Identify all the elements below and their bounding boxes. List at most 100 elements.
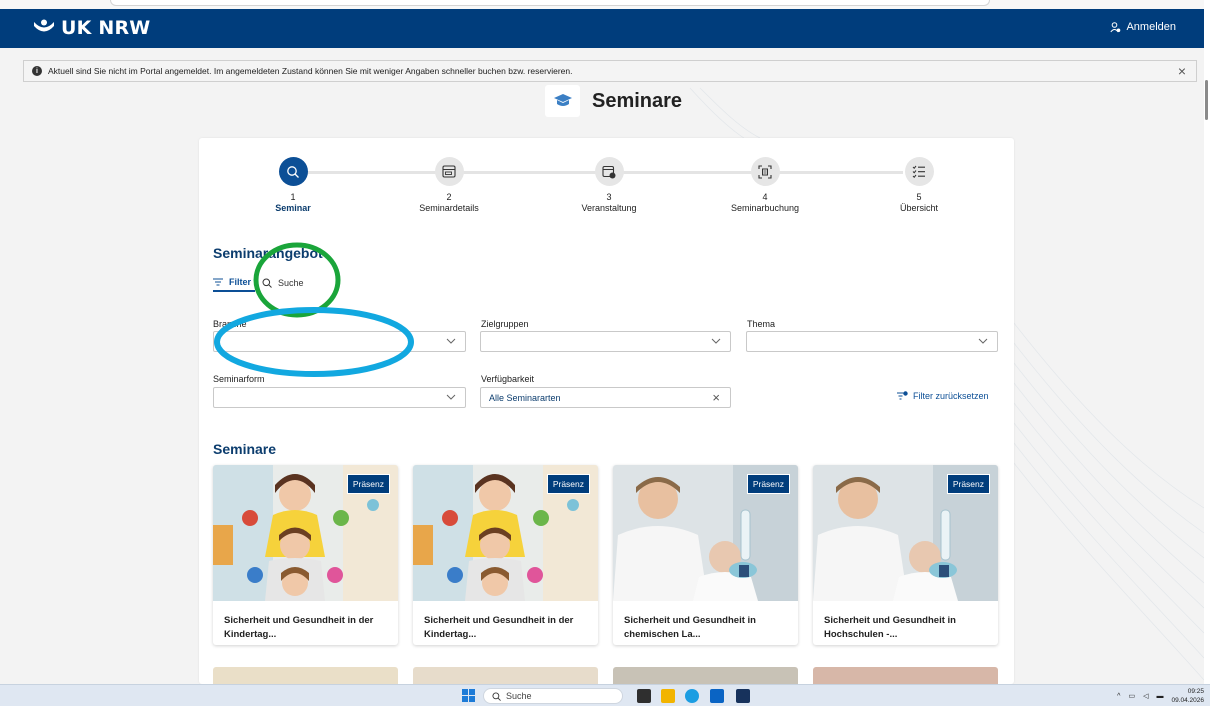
step-label: Seminardetails [419,203,479,213]
seminar-tile[interactable]: Präsenz Sicherheit und Gesundheit in der… [413,465,598,645]
filter-icon [213,278,223,285]
step-number: 3 [606,192,612,202]
tab-filter[interactable]: Filter [213,276,256,292]
step-number: 1 [290,192,296,202]
step-number: 2 [446,192,452,202]
reset-filters-link[interactable]: Filter zurücksetzen [897,391,989,401]
verfuegbarkeit-value: Alle Seminararten [489,392,561,403]
offer-tabs: Filter Suche [213,277,304,292]
chevron-down-icon [978,338,988,344]
task-view-icon[interactable] [637,689,651,703]
tab-search-label: Suche [278,277,304,288]
format-badge: Präsenz [946,474,990,494]
step-uebersicht[interactable]: 5 Übersicht [859,157,979,213]
seminar-title: Sicherheit und Gesundheit in der Kindert… [224,615,374,640]
seminar-tile-partial[interactable] [413,667,598,684]
volume-icon[interactable]: ◁ [1143,692,1148,700]
page-scrollbar[interactable] [1204,0,1210,684]
chevron-down-icon [446,394,456,400]
branche-label: Branche [213,319,247,329]
verfuegbarkeit-label: Verfügbarkeit [481,374,535,384]
clock-date: 09.04.2026 [1171,697,1204,704]
graduation-cap-icon [545,85,580,117]
seminar-title: Sicherheit und Gesundheit in chemischen … [624,615,756,640]
seminars-heading: Seminare [213,441,277,457]
thema-label: Thema [747,319,776,329]
filter-reset-icon [897,391,908,400]
battery-icon[interactable]: ▬ [1156,693,1163,700]
login-label: Anmelden [1126,21,1176,33]
seminarform-label: Seminarform [213,374,265,384]
seminar-tile[interactable]: Präsenz Sicherheit und Gesundheit in Hoc… [813,465,998,645]
user-icon [1110,21,1121,32]
booking-icon [750,157,780,186]
system-tray: ^ ▭ ◁ ▬ 09:25 09.04.2026 [1117,687,1204,705]
verfuegbarkeit-select[interactable]: Alle Seminararten × [480,387,731,408]
taskbar-search[interactable]: Suche [483,688,623,704]
seminar-tile-partial[interactable] [813,667,998,684]
windows-start-icon[interactable] [462,689,475,702]
step-label: Seminar [275,203,311,213]
seminar-title: Sicherheit und Gesundheit in der Kindert… [424,615,574,640]
thema-select[interactable] [746,331,998,352]
seminar-tile[interactable]: Präsenz Sicherheit und Gesundheit in der… [213,465,398,645]
file-explorer-icon[interactable] [661,689,675,703]
seminar-title: Sicherheit und Gesundheit in Hochschulen… [824,615,956,640]
outlook-icon[interactable] [710,689,724,703]
calendar-icon [594,157,624,186]
seminar-tile[interactable]: Präsenz Sicherheit und Gesundheit in che… [613,465,798,645]
clock[interactable]: 09:25 09.04.2026 [1171,687,1204,705]
seminar-tile-partial[interactable] [613,667,798,684]
login-notice: i Aktuell sind Sie nicht im Portal angem… [23,60,1197,82]
chevron-down-icon [711,338,721,344]
page-header: Seminare [545,85,682,117]
format-badge: Präsenz [546,474,590,494]
chevron-down-icon [446,338,456,344]
page-title: Seminare [592,89,683,112]
search-icon [262,278,272,288]
browser-chrome [0,0,1210,9]
step-veranstaltung[interactable]: 3 Veranstaltung [549,157,669,213]
branche-select[interactable] [213,331,466,352]
tab-filter-label: Filter [229,276,252,287]
step-seminar[interactable]: 1 Seminar [233,157,353,213]
clock-time: 09:25 [1187,688,1204,695]
tab-search[interactable]: Suche [262,277,304,292]
seminar-tile-partial[interactable] [213,667,398,684]
seminarform-select[interactable] [213,387,466,408]
format-badge: Präsenz [346,474,390,494]
step-number: 4 [762,192,768,202]
details-icon [434,157,464,186]
step-label: Übersicht [899,203,938,213]
taskbar-search-label: Suche [506,691,532,701]
scrollbar-thumb[interactable] [1205,80,1208,120]
notice-text: Aktuell sind Sie nicht im Portal angemel… [48,66,573,76]
seminar-card: 1 Seminar 2 Seminardetails 3 Veranstaltu… [199,138,1014,684]
clear-icon[interactable]: × [712,390,720,405]
step-seminardetails[interactable]: 2 Seminardetails [389,157,509,213]
step-seminarbuchung[interactable]: 4 Seminarbuchung [705,157,825,213]
brand-logo[interactable]: UK NRW [33,17,150,39]
brand-name: UK NRW [61,17,151,39]
app-icon[interactable] [736,689,750,703]
windows-taskbar: Suche ^ ▭ ◁ ▬ 09:25 09.04.2026 [0,684,1210,706]
edge-browser-icon[interactable] [685,689,699,703]
zielgruppen-select[interactable] [480,331,731,352]
logo-icon [34,19,54,32]
close-icon[interactable]: × [1178,64,1186,78]
checklist-icon [904,157,934,186]
step-label: Veranstaltung [581,203,637,213]
reset-label: Filter zurücksetzen [913,391,989,401]
network-icon[interactable]: ▭ [1128,692,1135,700]
info-icon: i [32,66,42,76]
step-number: 5 [916,192,922,202]
search-icon [278,157,308,186]
login-button[interactable]: Anmelden [1110,21,1176,33]
format-badge: Präsenz [746,474,790,494]
search-icon [492,691,501,701]
top-navbar: UK NRW Anmelden [0,9,1210,48]
offer-heading: Seminarangebot [213,245,323,261]
address-bar[interactable] [110,0,990,6]
chevron-up-icon[interactable]: ^ [1117,693,1120,700]
zielgruppen-label: Zielgruppen [481,319,529,329]
